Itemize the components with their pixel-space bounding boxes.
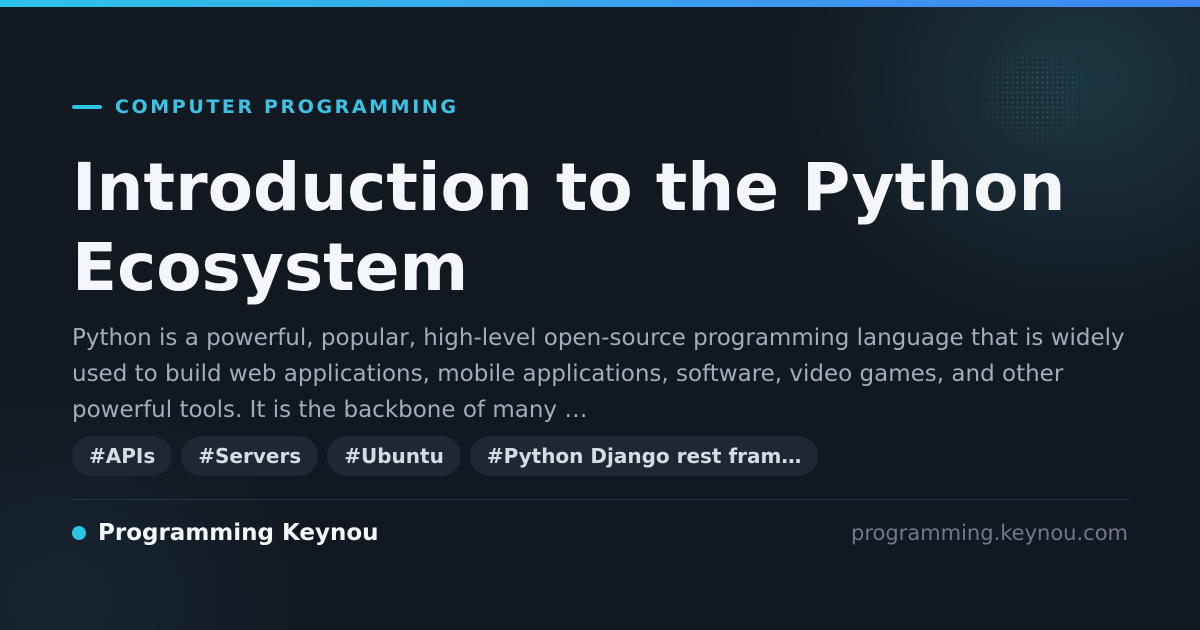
brand: Programming Keynou [72, 520, 379, 546]
brand-name: Programming Keynou [98, 520, 379, 546]
tag-python-django: #Python Django rest fram… [469, 436, 819, 476]
tag-servers: #Servers [181, 436, 319, 476]
tag-ubuntu: #Ubuntu [327, 436, 461, 476]
social-preview-card: COMPUTER PROGRAMMING Introduction to the… [0, 0, 1200, 630]
site-url: programming.keynou.com [851, 521, 1128, 545]
dot-pattern-decoration [975, 40, 1095, 150]
category-label: COMPUTER PROGRAMMING [115, 96, 459, 118]
accent-top-bar [0, 0, 1200, 7]
tag-apis: #APIs [72, 436, 173, 476]
page-title: Introduction to the Python Ecosystem [72, 149, 1066, 306]
dash-icon [72, 105, 102, 109]
tag-list: #APIs #Servers #Ubuntu #Python Django re… [72, 436, 819, 476]
description: Python is a powerful, popular, high-leve… [72, 325, 1125, 423]
brand-dot-icon [72, 526, 86, 540]
divider [72, 499, 1129, 500]
category-eyebrow: COMPUTER PROGRAMMING [72, 96, 459, 118]
